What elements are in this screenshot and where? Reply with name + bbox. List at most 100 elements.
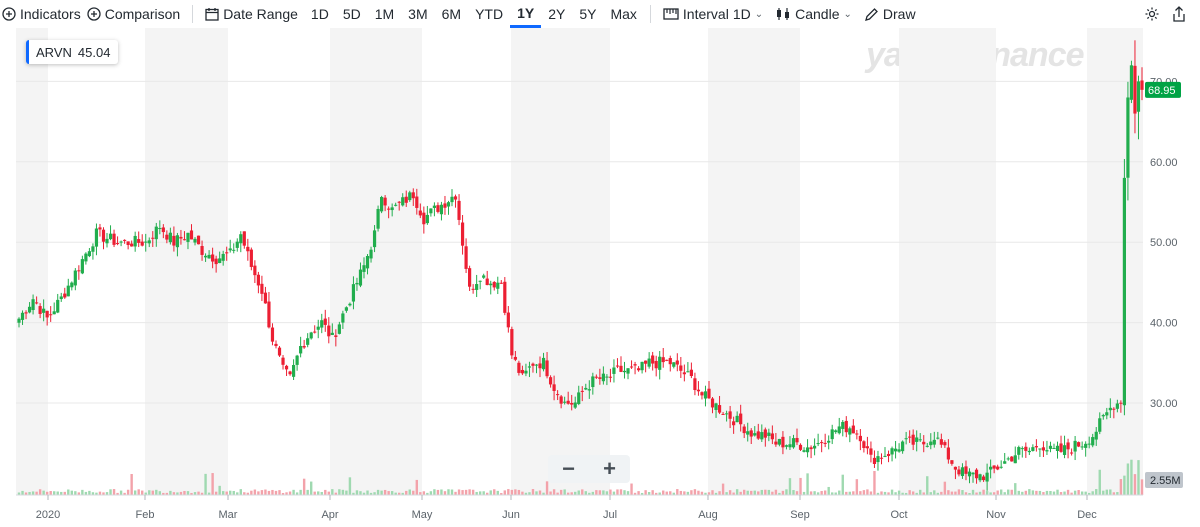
candle-body[interactable]: [696, 389, 701, 392]
candle-body[interactable]: [20, 312, 25, 320]
indicators-button[interactable]: Indicators: [0, 0, 87, 28]
candle-body[interactable]: [284, 365, 289, 370]
candle-body[interactable]: [732, 421, 736, 426]
candle-body[interactable]: [566, 400, 570, 404]
candle-body[interactable]: [242, 231, 246, 246]
candle-body[interactable]: [992, 465, 996, 469]
candle-body[interactable]: [1031, 447, 1035, 451]
candle-body[interactable]: [457, 200, 461, 220]
candle-body[interactable]: [161, 227, 165, 233]
candle-body[interactable]: [960, 467, 965, 477]
candle-body[interactable]: [418, 210, 422, 216]
candle-body[interactable]: [270, 327, 275, 342]
candle-body[interactable]: [675, 360, 679, 365]
candle-body[interactable]: [38, 306, 42, 314]
candle-body[interactable]: [133, 235, 137, 247]
candle-body[interactable]: [1115, 403, 1119, 409]
candle-body[interactable]: [115, 243, 120, 245]
candle-body[interactable]: [908, 436, 912, 438]
candle-body[interactable]: [541, 357, 546, 370]
candle-body[interactable]: [341, 313, 345, 323]
candle-body[interactable]: [260, 283, 264, 294]
candle-body[interactable]: [390, 207, 394, 211]
candle-body[interactable]: [654, 360, 658, 369]
candle-body[interactable]: [415, 196, 419, 208]
candle-body[interactable]: [348, 303, 352, 306]
candle-body[interactable]: [59, 296, 63, 300]
candle-body[interactable]: [629, 366, 634, 368]
candle-body[interactable]: [323, 318, 327, 325]
range-1y[interactable]: 1Y: [510, 0, 542, 28]
candle-body[interactable]: [563, 401, 567, 403]
candle-body[interactable]: [1122, 177, 1126, 406]
comparison-button[interactable]: Comparison: [87, 0, 186, 28]
candle-body[interactable]: [598, 377, 602, 379]
candle-body[interactable]: [365, 255, 370, 269]
candle-body[interactable]: [897, 449, 901, 452]
candle-body[interactable]: [439, 204, 444, 215]
candle-body[interactable]: [971, 472, 975, 475]
candle-body[interactable]: [700, 392, 704, 396]
candle-body[interactable]: [573, 402, 577, 408]
candle-body[interactable]: [246, 246, 250, 252]
candle-body[interactable]: [689, 369, 693, 377]
candle-body[interactable]: [119, 241, 123, 243]
candle-body[interactable]: [953, 466, 958, 470]
candle-body[interactable]: [619, 365, 623, 372]
candle-body[interactable]: [1108, 407, 1112, 411]
candle-body[interactable]: [334, 335, 338, 337]
candle-body[interactable]: [517, 362, 521, 373]
candle-body[interactable]: [890, 448, 894, 455]
candle-body[interactable]: [647, 358, 651, 367]
candle-body[interactable]: [879, 457, 884, 459]
candle-body[interactable]: [281, 357, 285, 365]
candle-body[interactable]: [974, 469, 979, 479]
candle-body[interactable]: [267, 301, 271, 328]
candle-body[interactable]: [1126, 97, 1130, 178]
candle-body[interactable]: [313, 331, 317, 333]
candle-body[interactable]: [1136, 81, 1141, 112]
date-range-button[interactable]: Date Range: [199, 0, 304, 28]
range-1d[interactable]: 1D: [304, 0, 336, 28]
share-button[interactable]: [1166, 0, 1200, 28]
candle-body[interactable]: [1020, 448, 1024, 450]
candle-body[interactable]: [256, 274, 260, 286]
range-max[interactable]: Max: [603, 0, 643, 28]
candle-body[interactable]: [1087, 443, 1091, 445]
candle-body[interactable]: [492, 281, 496, 288]
candle-body[interactable]: [746, 431, 750, 435]
candle-body[interactable]: [784, 445, 789, 447]
candle-body[interactable]: [1140, 80, 1144, 90]
candle-body[interactable]: [742, 426, 746, 434]
candle-body[interactable]: [1073, 440, 1077, 452]
candle-body[interactable]: [383, 197, 387, 206]
range-2y[interactable]: 2Y: [541, 0, 572, 28]
candle-body[interactable]: [358, 269, 363, 286]
candle-body[interactable]: [651, 355, 655, 364]
candle-body[interactable]: [66, 285, 70, 297]
candle-body[interactable]: [1041, 447, 1046, 451]
candle-body[interactable]: [904, 438, 908, 440]
candle-body[interactable]: [872, 457, 877, 464]
candle-body[interactable]: [45, 310, 49, 318]
candle-body[interactable]: [922, 441, 926, 445]
candle-body[interactable]: [791, 438, 796, 448]
candle-body[interactable]: [1105, 412, 1109, 416]
candle-body[interactable]: [1066, 442, 1070, 450]
candle-body[interactable]: [946, 447, 950, 460]
candle-body[interactable]: [981, 476, 986, 481]
candle-body[interactable]: [63, 293, 67, 298]
candle-body[interactable]: [320, 320, 324, 328]
candle-body[interactable]: [548, 377, 553, 385]
candle-body[interactable]: [855, 433, 859, 435]
candle-body[interactable]: [608, 376, 613, 378]
candle-body[interactable]: [957, 469, 961, 475]
candle-body[interactable]: [126, 241, 130, 246]
candle-body[interactable]: [668, 358, 672, 365]
candle-body[interactable]: [309, 332, 313, 339]
candle-body[interactable]: [605, 376, 609, 378]
candle-body[interactable]: [1059, 443, 1063, 452]
candle-body[interactable]: [24, 312, 28, 314]
candle-body[interactable]: [1013, 455, 1017, 464]
candle-body[interactable]: [288, 371, 292, 375]
